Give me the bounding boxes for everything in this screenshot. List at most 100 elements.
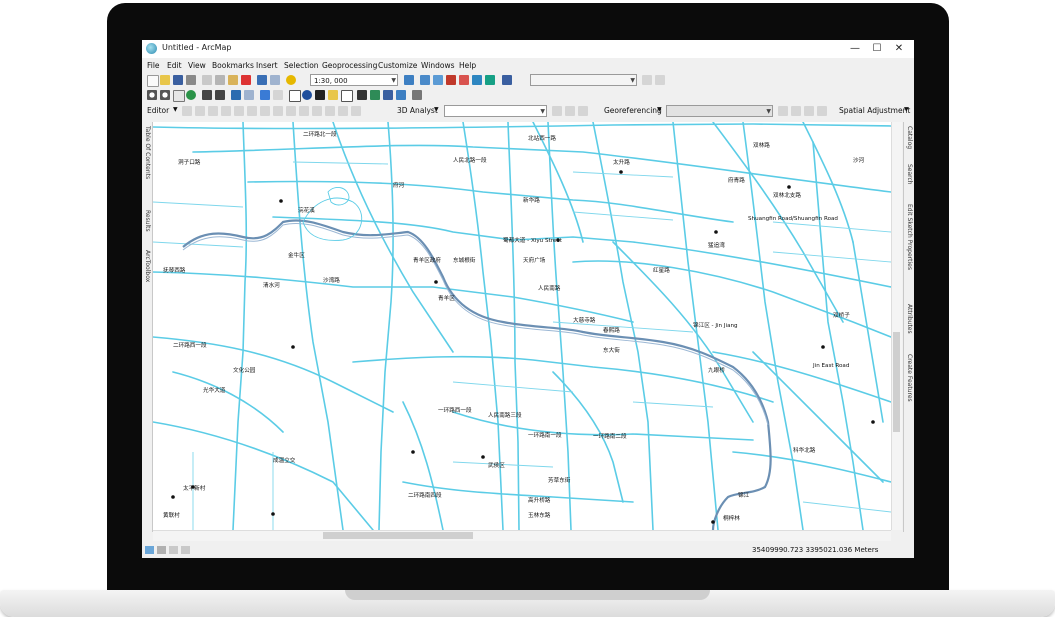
zoom-out-icon[interactable]	[160, 90, 170, 100]
zoom-in-icon[interactable]	[147, 90, 157, 100]
save-icon[interactable]	[173, 75, 183, 85]
menu-windows[interactable]: Windows	[421, 61, 454, 70]
map-label: 沙湾路	[323, 276, 340, 284]
open-folder-icon[interactable]	[160, 75, 170, 85]
map-labels: 二环路北一段 洞子口路 人民北路一段 北站西一路 府河 双林路 沙河 新华路 双…	[163, 130, 865, 522]
3d-analyst-menu[interactable]: 3D Analyst	[397, 106, 438, 115]
map-label: 武侯区	[488, 461, 505, 469]
catalog-window-icon[interactable]	[433, 75, 443, 85]
map-label: 太平新村	[183, 484, 206, 492]
hyperlink-icon[interactable]	[315, 90, 325, 100]
edit-vertices-icon	[260, 106, 270, 116]
maximize-button[interactable]: ☐	[866, 41, 888, 57]
georeferencing-menu[interactable]: Georeferencing	[604, 106, 662, 115]
menu-help[interactable]: Help	[459, 61, 476, 70]
road	[572, 171, 674, 178]
close-button[interactable]: ✕	[888, 41, 910, 57]
measure-icon[interactable]	[341, 90, 353, 102]
menu-insert[interactable]: Insert	[256, 61, 278, 70]
menu-file[interactable]: File	[147, 61, 160, 70]
add-data-icon[interactable]	[286, 75, 296, 85]
map-label: 春熙路	[603, 326, 620, 334]
map-label: 锦江区 - Jin Jiang	[693, 321, 738, 329]
copy-icon[interactable]	[215, 75, 225, 85]
catalog-tab[interactable]: Catalog	[904, 126, 914, 149]
attributes-tab[interactable]: Attributes	[904, 304, 914, 334]
find-icon[interactable]	[357, 90, 367, 100]
search-tab[interactable]: Search	[904, 164, 914, 185]
menu-selection[interactable]: Selection	[284, 61, 319, 70]
map-scale-combo[interactable]: 1:30, 000 ▼	[310, 74, 398, 86]
delete-icon[interactable]	[241, 75, 251, 85]
arctoolbox-icon[interactable]	[459, 75, 469, 85]
scroll-thumb[interactable]	[893, 332, 900, 432]
find-route-icon[interactable]	[370, 90, 380, 100]
layer-combo[interactable]: ▼	[530, 74, 637, 86]
layout-view-icon[interactable]	[157, 546, 166, 554]
edit-sketch-properties-tab[interactable]: Edit Sketch Properties	[904, 204, 914, 270]
road	[292, 122, 344, 530]
menu-view[interactable]: View	[188, 61, 206, 70]
forward-extent-icon[interactable]	[244, 90, 254, 100]
fixed-zoom-in-icon[interactable]	[202, 90, 212, 100]
layout-view-icon[interactable]	[502, 75, 512, 85]
editor-analyst-toolbar: Editor ▼ 3D Analyst ▼ ▼ Georeferencing ▼…	[142, 104, 914, 119]
menu-customize[interactable]: Customize	[378, 61, 417, 70]
print-icon[interactable]	[186, 75, 196, 85]
create-viewer-icon[interactable]	[412, 90, 422, 100]
chevron-down-icon: ▼	[391, 77, 396, 84]
menu-edit[interactable]: Edit	[167, 61, 182, 70]
map-horizontal-scrollbar[interactable]	[153, 530, 891, 541]
minimize-button[interactable]: —	[844, 41, 866, 57]
editor-menu[interactable]: Editor	[147, 106, 169, 115]
menu-geoprocessing[interactable]: Geoprocessing	[322, 61, 377, 70]
fixed-zoom-out-icon[interactable]	[215, 90, 225, 100]
select-elements-icon[interactable]	[289, 90, 301, 102]
road	[452, 381, 574, 393]
map-label: 新华路	[523, 196, 540, 204]
georef-layer-combo[interactable]: ▼	[666, 105, 773, 117]
refresh-view-icon[interactable]	[169, 546, 178, 554]
straight-segment-icon	[208, 106, 218, 116]
cut-icon[interactable]	[202, 75, 212, 85]
table-of-contents-tab[interactable]: Table Of Contents	[142, 126, 152, 179]
road	[153, 241, 244, 248]
poi-marker	[171, 495, 175, 499]
title-bar: Untitled - ArcMap — ☐ ✕	[142, 40, 914, 58]
3d-layer-combo[interactable]: ▼	[444, 105, 547, 117]
results-tab[interactable]: Results	[142, 210, 152, 232]
arctoolbox-tab[interactable]: ArcToolbox	[142, 250, 152, 282]
spatial-adjustment-menu[interactable]: Spatial Adjustment	[839, 106, 910, 115]
new-document-icon[interactable]	[147, 75, 159, 87]
identify-icon[interactable]	[302, 90, 312, 100]
select-features-icon[interactable]	[260, 90, 270, 100]
time-slider-icon[interactable]	[396, 90, 406, 100]
pause-drawing-icon[interactable]	[181, 546, 190, 554]
interpolate-line-icon	[552, 106, 562, 116]
clear-selection-icon[interactable]	[273, 90, 283, 100]
table-of-contents-icon[interactable]	[420, 75, 430, 85]
map-canvas[interactable]: 二环路北一段 洞子口路 人民北路一段 北站西一路 府河 双林路 沙河 新华路 双…	[153, 122, 891, 530]
search-window-icon[interactable]	[446, 75, 456, 85]
map-vertical-scrollbar[interactable]	[891, 122, 902, 530]
pan-icon[interactable]	[173, 90, 185, 102]
go-to-xy-icon[interactable]	[383, 90, 393, 100]
data-view-icon[interactable]	[145, 546, 154, 554]
menu-bookmarks[interactable]: Bookmarks	[212, 61, 254, 70]
paste-icon[interactable]	[228, 75, 238, 85]
scroll-thumb[interactable]	[323, 532, 473, 539]
create-features-tab[interactable]: Create Features	[904, 354, 914, 402]
road	[153, 123, 891, 130]
model-builder-icon[interactable]	[485, 75, 495, 85]
chevron-down-icon: ▼	[766, 108, 771, 115]
full-extent-icon[interactable]	[186, 90, 196, 100]
map-label: 黄联村	[163, 511, 180, 519]
html-popup-icon[interactable]	[328, 90, 338, 100]
right-dock: Catalog Search Edit Sketch Properties At…	[903, 122, 914, 532]
redo-icon[interactable]	[270, 75, 280, 85]
back-extent-icon[interactable]	[231, 90, 241, 100]
editor-toolbar-icon[interactable]	[404, 75, 414, 85]
python-window-icon[interactable]	[472, 75, 482, 85]
laptop-base-notch	[345, 590, 710, 600]
undo-icon[interactable]	[257, 75, 267, 85]
